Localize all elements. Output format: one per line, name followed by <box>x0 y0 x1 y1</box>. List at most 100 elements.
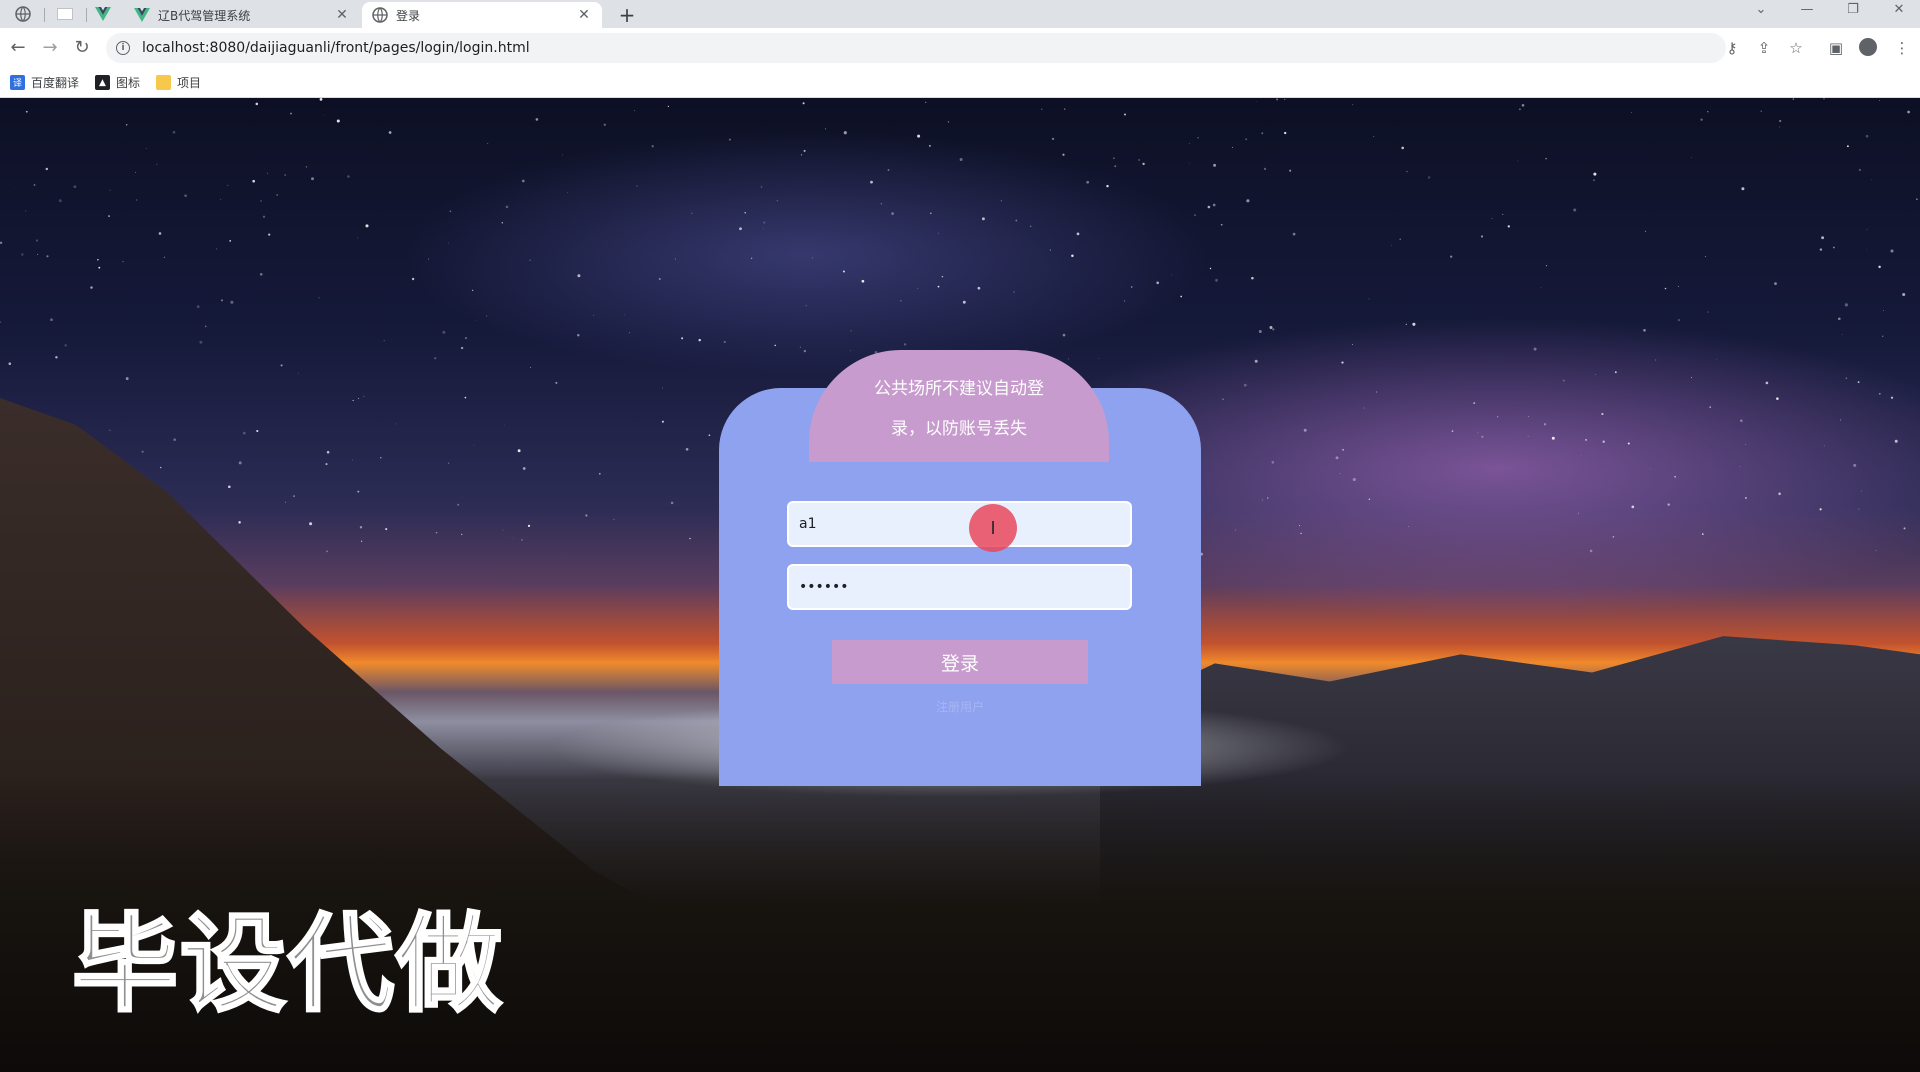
star <box>297 372 299 374</box>
star <box>33 184 36 186</box>
star <box>1480 235 1484 238</box>
star <box>651 145 654 148</box>
star <box>1678 285 1679 287</box>
star <box>928 144 931 147</box>
bookmark-project[interactable]: 项目 <box>156 74 201 91</box>
star <box>163 256 165 258</box>
reload-icon[interactable]: ↻ <box>70 36 94 60</box>
star <box>850 330 852 332</box>
star <box>1289 169 1292 172</box>
star <box>562 154 563 156</box>
star <box>55 356 58 359</box>
new-tab-button[interactable]: + <box>614 3 640 27</box>
star <box>1339 473 1341 475</box>
star <box>1156 281 1159 285</box>
star <box>13 186 15 188</box>
tab-vue-pinned[interactable] <box>86 2 120 26</box>
tab-globe-pinned[interactable] <box>6 2 40 26</box>
back-arrow-icon[interactable]: ← <box>6 36 30 60</box>
star <box>267 172 268 174</box>
star <box>903 343 907 346</box>
star <box>98 266 101 269</box>
key-icon[interactable]: ⚷ <box>1722 38 1742 58</box>
star <box>383 339 385 342</box>
restore-icon[interactable]: ❐ <box>1838 2 1868 17</box>
star <box>1581 455 1582 457</box>
star <box>1062 333 1066 337</box>
star <box>1585 438 1588 441</box>
star <box>1631 111 1632 113</box>
star <box>1207 205 1211 209</box>
star <box>448 242 450 244</box>
star <box>1106 184 1109 188</box>
star <box>763 228 764 229</box>
tab-search-icon[interactable]: ⌄ <box>1746 2 1776 17</box>
side-panel-icon[interactable]: ▣ <box>1826 38 1846 58</box>
close-icon[interactable]: ✕ <box>576 7 592 23</box>
star <box>1335 456 1339 460</box>
password-input[interactable] <box>787 564 1132 610</box>
star <box>1341 361 1344 364</box>
share-icon[interactable]: ⇪ <box>1754 38 1774 58</box>
site-info-icon[interactable]: i <box>116 41 130 55</box>
window-close-icon[interactable]: ✕ <box>1884 2 1914 17</box>
tab-login[interactable]: 登录 ✕ <box>362 2 602 28</box>
bookmark-icons[interactable]: ▲ 图标 <box>95 74 140 91</box>
register-link[interactable]: 注册用户 <box>920 698 1000 715</box>
username-input[interactable] <box>787 501 1132 547</box>
address-bar[interactable]: i localhost:8080/daijiaguanli/front/page… <box>106 33 1726 63</box>
star <box>1716 359 1718 360</box>
star <box>1643 328 1646 332</box>
star <box>293 495 295 497</box>
tab-blank-pinned[interactable] <box>48 2 82 26</box>
star <box>309 522 313 526</box>
star <box>1779 126 1780 128</box>
star <box>577 333 580 337</box>
star <box>1627 442 1630 445</box>
star <box>1194 214 1196 216</box>
star <box>0 321 2 323</box>
star <box>511 537 513 539</box>
star <box>1518 108 1521 111</box>
star <box>1540 287 1542 289</box>
forward-arrow-icon[interactable]: → <box>38 36 62 60</box>
star <box>535 118 539 121</box>
star <box>1709 406 1711 408</box>
star <box>850 350 852 352</box>
star <box>1124 300 1126 302</box>
login-button[interactable]: 登录 <box>832 640 1088 684</box>
star <box>1861 490 1862 492</box>
star <box>1477 432 1479 434</box>
text-cursor-icon: I <box>990 517 996 539</box>
star <box>1041 108 1043 110</box>
star <box>1406 171 1408 173</box>
vue-logo-icon <box>95 7 111 21</box>
bookmark-baidu-translate[interactable]: 译 百度翻译 <box>10 74 79 91</box>
globe-icon <box>372 7 388 23</box>
star <box>670 501 674 505</box>
profile-avatar-icon[interactable] <box>1858 38 1878 58</box>
star <box>803 349 807 353</box>
star <box>1473 402 1476 405</box>
star <box>1707 311 1709 313</box>
star <box>502 529 504 531</box>
close-icon[interactable]: ✕ <box>334 7 350 23</box>
star <box>435 531 438 534</box>
star <box>658 277 661 281</box>
menu-kebab-icon[interactable]: ⋮ <box>1892 38 1912 58</box>
tab-management-system[interactable]: 辽B代驾管理系统 ✕ <box>124 2 360 28</box>
star <box>1594 374 1596 375</box>
star <box>1246 199 1250 203</box>
star <box>1837 317 1841 321</box>
star <box>1543 423 1547 426</box>
star <box>739 227 742 231</box>
bookmark-star-icon[interactable]: ☆ <box>1786 38 1806 58</box>
star <box>1507 225 1510 228</box>
star <box>1245 138 1248 141</box>
star <box>460 346 464 350</box>
star <box>1664 287 1667 290</box>
star <box>1704 255 1707 258</box>
star <box>173 438 176 441</box>
star <box>1533 347 1537 351</box>
minimize-icon[interactable]: — <box>1792 2 1822 17</box>
